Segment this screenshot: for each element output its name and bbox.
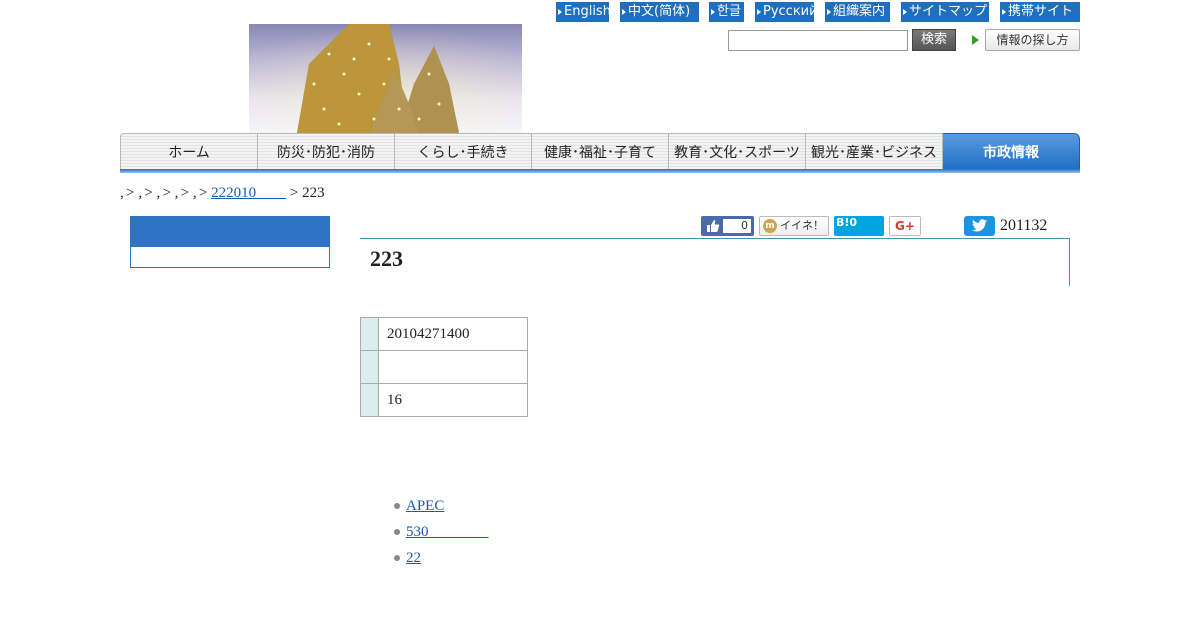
nav-item-living-procedures[interactable]: くらし･手続き <box>395 133 532 170</box>
tweet-button[interactable] <box>964 216 995 236</box>
utility-links: English 中文(简体) 한글 Русский 組織案内 サイトマップ 携帯… <box>556 2 1080 22</box>
info-table: 20104271400 16 <box>360 317 528 417</box>
nav-item-health-welfare[interactable]: 健康･福祉･子育て <box>532 133 669 170</box>
nav-underline <box>120 169 1080 173</box>
breadcrumb-separator: > <box>144 185 153 201</box>
table-row-header <box>360 350 379 384</box>
mixi-check-button[interactable]: m イイネ！ <box>759 216 829 236</box>
breadcrumb-link[interactable]: , <box>120 185 124 202</box>
breadcrumb: , > , > , > , > , > 222010 > 223 <box>120 181 325 202</box>
table-row-header <box>360 383 379 417</box>
nav-item-education-culture[interactable]: 教育･文化･スポーツ <box>669 133 806 170</box>
title-frame <box>360 238 1070 286</box>
nav-item-tourism-business[interactable]: 観光･産業･ビジネス <box>806 133 943 170</box>
lang-link-russian[interactable]: Русский <box>755 2 814 22</box>
table-row: 16 <box>360 383 528 417</box>
related-links: APEC 530 22 <box>393 493 489 571</box>
table-row <box>360 350 528 384</box>
info-search-guide-button[interactable]: 情報の探し方 <box>985 29 1080 51</box>
breadcrumb-separator: > <box>289 185 299 201</box>
sidebar-header <box>130 216 330 247</box>
play-arrow-icon <box>972 35 979 45</box>
thumbs-up-icon <box>707 220 720 232</box>
sidebar-menu <box>130 247 330 268</box>
breadcrumb-current: 223 <box>302 185 325 201</box>
table-row: 20104271400 <box>360 317 528 351</box>
lang-link-english[interactable]: English <box>556 2 609 22</box>
mixi-label: イイネ！ <box>780 219 824 232</box>
page-id-text: 201132 <box>1000 217 1048 234</box>
table-cell: 16 <box>378 383 528 417</box>
sitemap-link[interactable]: サイトマップ <box>901 2 989 22</box>
related-link-530[interactable]: 530 <box>406 524 489 540</box>
list-item: 22 <box>393 545 489 571</box>
related-link-22[interactable]: 22 <box>406 550 421 566</box>
table-cell <box>378 350 528 384</box>
breadcrumb-link[interactable]: , <box>156 185 160 202</box>
like-count: 0 <box>723 219 751 233</box>
nav-item-home[interactable]: ホーム <box>120 133 258 170</box>
mixi-icon: m <box>763 219 777 233</box>
christmas-tree-illustration <box>249 24 522 133</box>
org-guide-link[interactable]: 組織案内 <box>825 2 890 22</box>
search-button[interactable]: 検索 <box>912 29 956 51</box>
table-row-header <box>360 317 379 351</box>
page-title: 223 <box>370 246 403 271</box>
breadcrumb-link[interactable]: , <box>175 185 179 202</box>
google-plus-button[interactable]: G+ <box>889 216 921 236</box>
search-input[interactable] <box>728 30 908 51</box>
list-item: 530 <box>393 519 489 545</box>
breadcrumb-link[interactable]: , <box>138 185 142 202</box>
list-item: APEC <box>393 493 489 519</box>
breadcrumb-separator: > <box>126 185 135 201</box>
twitter-bird-icon <box>972 219 987 232</box>
breadcrumb-link[interactable]: , <box>193 185 197 202</box>
nav-item-disaster-prevention[interactable]: 防災･防犯･消防 <box>258 133 395 170</box>
hatena-bookmark-button[interactable]: B!0 <box>834 216 884 236</box>
global-nav: ホーム 防災･防犯･消防 くらし･手続き 健康･福祉･子育て 教育･文化･スポー… <box>120 133 1080 170</box>
related-link-apec[interactable]: APEC <box>406 498 444 514</box>
facebook-like-button[interactable]: 0 <box>701 216 754 236</box>
table-cell: 20104271400 <box>378 317 528 351</box>
mobile-site-link[interactable]: 携帯サイト <box>1000 2 1080 22</box>
breadcrumb-separator: > <box>198 185 208 201</box>
nav-item-city-administration[interactable]: 市政情報 <box>943 133 1080 170</box>
lang-link-chinese[interactable]: 中文(简体) <box>620 2 699 22</box>
breadcrumb-parent-link[interactable]: 222010 <box>211 185 286 201</box>
breadcrumb-separator: > <box>180 185 190 201</box>
lang-link-korean[interactable]: 한글 <box>709 2 744 22</box>
breadcrumb-separator: > <box>162 185 171 201</box>
header-banner-image <box>249 24 522 133</box>
